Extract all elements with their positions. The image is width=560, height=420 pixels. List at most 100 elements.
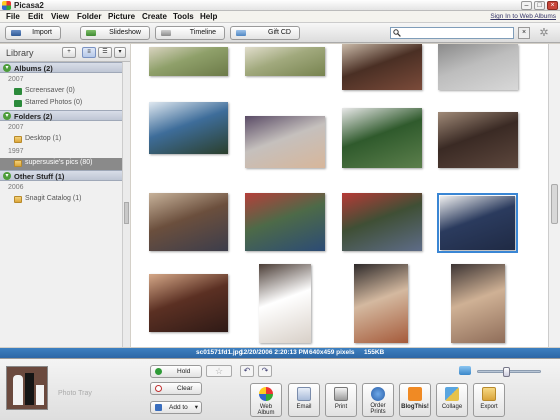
photo-coat[interactable]: [259, 264, 311, 343]
collapse-icon[interactable]: ▾: [3, 172, 11, 180]
status-filename: sc01571fd1.jpg: [196, 349, 243, 356]
clear-icon: [155, 385, 162, 392]
picasa-logo-icon: [2, 1, 11, 10]
photo-couple-standing-2[interactable]: [451, 264, 505, 343]
menu-bar: File Edit View Folder Picture Create Too…: [0, 11, 560, 23]
photo-crowd[interactable]: [342, 108, 422, 168]
collage-button[interactable]: Collage: [436, 383, 468, 417]
thumbnail-size-icon: [459, 366, 471, 375]
status-bar: sc01571fd1.jpg 12/20/2006 2:20:13 PM 640…: [0, 348, 560, 358]
export-folder-icon: [482, 387, 496, 401]
folder-icon: [14, 196, 22, 203]
status-datetime: 12/20/2006 2:20:13 PM: [240, 349, 309, 356]
web-album-button[interactable]: Web Album: [250, 383, 282, 417]
collapse-icon[interactable]: ▾: [3, 112, 11, 120]
menu-file[interactable]: File: [6, 12, 20, 21]
folders-group[interactable]: ▾ Folders (2): [0, 110, 122, 121]
album-starred-photos[interactable]: Starred Photos (0): [0, 99, 122, 109]
zoom-slider[interactable]: [477, 367, 541, 377]
folder-supersusies-pics[interactable]: supersusie's pics (80): [0, 158, 122, 170]
groom-figure: [25, 373, 34, 405]
year-label: 1997: [8, 148, 24, 155]
albums-group[interactable]: ▾ Albums (2): [0, 62, 122, 73]
photo-field-2[interactable]: [245, 47, 325, 76]
new-album-button[interactable]: +: [62, 47, 76, 58]
menu-help[interactable]: Help: [200, 12, 217, 21]
title-bar: Picasa2 – □ ×: [0, 0, 560, 11]
search-input[interactable]: [403, 28, 511, 38]
rotate-left-button[interactable]: ↶: [240, 365, 254, 377]
photo-dog[interactable]: [342, 44, 422, 90]
slideshow-icon: [86, 30, 96, 36]
order-prints-button[interactable]: Order Prints: [362, 383, 394, 417]
collapse-icon[interactable]: ▾: [3, 64, 11, 72]
export-button[interactable]: Export: [473, 383, 505, 417]
status-filesize: 155KB: [364, 349, 385, 356]
menu-view[interactable]: View: [51, 12, 69, 21]
photo-cat[interactable]: [438, 112, 518, 168]
photo-couple-sofa[interactable]: [245, 116, 325, 168]
sign-in-link[interactable]: Sign In to Web Albums: [490, 13, 556, 20]
tray-thumbnail[interactable]: [6, 366, 48, 410]
star-button[interactable]: ☆: [206, 365, 232, 377]
photo-field-1[interactable]: [149, 47, 228, 76]
rotate-right-button[interactable]: ↷: [258, 365, 272, 377]
gear-icon[interactable]: ✲: [537, 27, 551, 40]
folder-desktop[interactable]: Desktop (1): [0, 135, 122, 145]
photo-family-table[interactable]: [149, 193, 228, 251]
splitter-grip[interactable]: [124, 202, 129, 224]
gift-cd-button[interactable]: Gift CD: [230, 26, 300, 40]
blogger-icon: [408, 387, 422, 401]
other-stuff-group[interactable]: ▾ Other Stuff (1): [0, 170, 122, 181]
search-box[interactable]: [390, 27, 514, 39]
photo-lake-sky[interactable]: [149, 102, 228, 154]
year-label: 2007: [8, 124, 24, 131]
minimize-button[interactable]: –: [521, 1, 532, 10]
clear-search-button[interactable]: ×: [518, 27, 530, 39]
photo-couple-standing[interactable]: [354, 264, 408, 343]
collage-icon: [445, 387, 459, 401]
screensaver-icon: [14, 88, 22, 95]
slideshow-button[interactable]: Slideshow: [80, 26, 150, 40]
scrollbar-thumb[interactable]: [551, 184, 558, 224]
zoom-slider-knob[interactable]: [502, 367, 510, 377]
email-button[interactable]: Email: [288, 383, 320, 417]
email-icon: [297, 387, 311, 401]
photo-outdoor-group[interactable]: [245, 193, 325, 251]
photo-grid-scrollbar[interactable]: [548, 44, 560, 347]
flat-view-button[interactable]: ≡: [82, 47, 96, 58]
chevron-down-icon: ▾: [194, 404, 198, 411]
cd-icon: [236, 30, 246, 36]
toolbar: Import Slideshow Timeline Gift CD × ✲: [0, 23, 560, 43]
import-button[interactable]: Import: [5, 26, 61, 40]
menu-tools[interactable]: Tools: [173, 12, 194, 21]
clear-button[interactable]: Clear: [150, 382, 202, 395]
close-button[interactable]: ×: [547, 1, 558, 10]
tree-view-button[interactable]: ☰: [98, 47, 112, 58]
photo-couple-closeup[interactable]: [149, 274, 228, 332]
library-title: Library: [6, 48, 34, 58]
add-to-button[interactable]: Add to ▾: [150, 401, 202, 414]
photo-grid: [131, 44, 548, 347]
menu-folder[interactable]: Folder: [77, 12, 101, 21]
maximize-button[interactable]: □: [534, 1, 545, 10]
photo-grey-pattern[interactable]: [438, 44, 518, 90]
collapse-button[interactable]: ▾: [114, 47, 126, 58]
menu-create[interactable]: Create: [142, 12, 167, 21]
photo-couple-tree[interactable]: [342, 193, 422, 251]
photo-tray: Photo Tray Hold Clear Add to ▾ ☆ ↶ ↷ Web…: [0, 358, 560, 420]
search-icon: [393, 29, 401, 37]
sidebar-splitter[interactable]: [122, 62, 130, 347]
timeline-button[interactable]: Timeline: [155, 26, 225, 40]
bride-figure: [13, 375, 23, 405]
menu-picture[interactable]: Picture: [108, 12, 135, 21]
menu-edit[interactable]: Edit: [28, 12, 43, 21]
hold-button[interactable]: Hold: [150, 365, 202, 378]
album-screensaver[interactable]: Screensaver (0): [0, 87, 122, 97]
blogthis-button[interactable]: BlogThis!: [399, 383, 431, 417]
status-dimensions: 640x459 pixels: [309, 349, 355, 356]
photo-wedding[interactable]: [437, 193, 518, 253]
folder-icon: [14, 136, 22, 143]
print-button[interactable]: Print: [325, 383, 357, 417]
folder-snagit-catalog[interactable]: Snagit Catalog (1): [0, 195, 122, 205]
